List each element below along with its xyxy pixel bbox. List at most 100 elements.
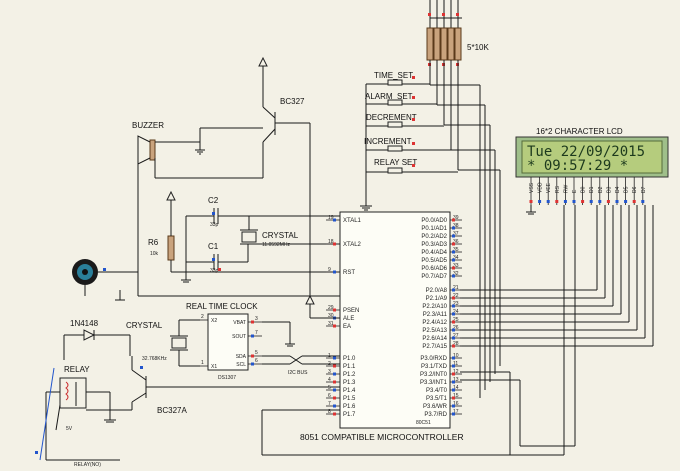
- rtc-title: REAL TIME CLOCK: [186, 302, 258, 311]
- lcd-pin-label: RW: [563, 184, 569, 193]
- lcd-display: 16*2 CHARACTER LCD Tue 22/09/2015 * 09:5…: [515, 127, 669, 205]
- mcu-right-pin-marker: [452, 372, 455, 376]
- ds1307-label: DS1307: [218, 375, 236, 381]
- diode-label: 1N4148: [70, 319, 99, 328]
- rtc-right-pin-label: SCL: [236, 362, 246, 368]
- mcu-right-pin-label: P0.0/AD0: [421, 218, 447, 224]
- mcu-right-pin-marker: [452, 328, 455, 332]
- lcd-pin-marker: [624, 200, 628, 203]
- mcu-left-pin-marker: [333, 364, 336, 368]
- lcd-pin-label: D5: [624, 186, 630, 193]
- mcu-right-pin-label: P2.0/A8: [426, 288, 448, 294]
- crystal-frequency: 11.0592MHz: [262, 242, 290, 248]
- lcd-pin-marker: [606, 200, 610, 203]
- mcu-right-pins: P0.0/AD0 39P0.1/AD1 38P0.2/AD2 37P0.3/AD3 36…: [420, 215, 462, 418]
- microcontroller-8051: XTAL119XTAL218RST9PSEN29ALE30EA31P1.01P1…: [300, 211, 464, 442]
- button-time-set[interactable]: TIME_SET: [366, 71, 423, 86]
- button-alarm-set[interactable]: ALARM_SET: [365, 92, 423, 106]
- mcu-right-pin-label: P2.4/A12: [422, 320, 447, 326]
- mcu-left-pin-marker: [333, 388, 336, 392]
- rtc-left-pin-number: 1: [201, 360, 204, 366]
- lcd-title: 16*2 CHARACTER LCD: [536, 127, 623, 136]
- mcu-right-pin-marker: [452, 274, 455, 278]
- mcu-right-pin-label: P2.6/A14: [422, 336, 447, 342]
- button-decrement[interactable]: DECREMENT: [366, 113, 423, 128]
- lcd-pin-marker: [598, 200, 602, 203]
- rtc-right-pin-number: 7: [255, 330, 258, 336]
- crystal2-frequency: 32.768KHz: [142, 356, 167, 362]
- lcd-pin-marker: [581, 200, 585, 203]
- lcd-pin-label: VSS: [529, 182, 535, 193]
- button-increment[interactable]: INCREMENT: [364, 137, 423, 152]
- mcu-left-pin-marker: [333, 242, 336, 246]
- mcu-left-pin-label: RST: [343, 270, 355, 276]
- mcu-right-pin-marker: [452, 234, 455, 238]
- mcu-caption: 8051 COMPATIBLE MICROCONTROLLER: [300, 432, 464, 442]
- lcd-pin-marker: [632, 200, 636, 203]
- crystal2-label: CRYSTAL: [126, 321, 163, 330]
- increment-label: INCREMENT: [364, 137, 412, 146]
- mcu-left-pin-marker: [333, 412, 336, 416]
- mcu-right-pin-label: P0.1/AD1: [421, 226, 447, 232]
- mcu-left-pin-label: XTAL2: [343, 242, 362, 248]
- mcu-right-pin-label: P3.7/RD: [424, 412, 447, 418]
- mcu-left-pin-label: P1.1: [343, 364, 356, 370]
- rtc-pin-marker: [251, 320, 254, 324]
- resistor-pack-label: 5*10K: [467, 43, 489, 52]
- rtc-right-pin-number: 5: [255, 350, 258, 356]
- mcu-left-pin-label: PSEN: [343, 308, 359, 314]
- button-relay-set[interactable]: RELAY SET: [366, 158, 423, 174]
- mcu-right-pin-marker: [452, 242, 455, 246]
- mcu-part: 80C51: [416, 420, 431, 426]
- mcu-left-pin-marker: [333, 380, 336, 384]
- mcu-left-pin-number: 18: [328, 239, 334, 245]
- mcu-left-pin-label: ALE: [343, 316, 354, 322]
- rtc-right-pin-number: 3: [255, 316, 258, 322]
- i2c-bus-label: I2C BUS: [288, 370, 308, 376]
- rtc-crystal: CRYSTAL 32.768KHz: [126, 319, 200, 367]
- decrement-label: DECREMENT: [366, 113, 417, 122]
- lcd-pin-label: D2: [598, 186, 604, 193]
- mcu-right-pin-marker: [452, 218, 455, 222]
- lcd-pin-label: D4: [615, 186, 621, 193]
- rtc-pin-marker: [251, 334, 254, 338]
- rtc-right-pin-label: SDA: [236, 354, 247, 360]
- mcu-right-pin-label: P2.3/A11: [423, 312, 448, 318]
- resistor-pack: 5*10K: [426, 0, 489, 66]
- lcd-pin-marker: [555, 200, 559, 203]
- mcu-left-pin-label: P1.5: [343, 396, 356, 402]
- mcu-right-pin-label: P2.2/A10: [422, 304, 447, 310]
- mcu-left-pin-number: 29: [328, 305, 334, 311]
- rtc-left-pin-number: 2: [201, 314, 204, 320]
- mcu-right-pin-label: P3.2/INT0: [420, 372, 448, 378]
- rtc-left-pin-label: X2: [211, 318, 217, 324]
- mcu-left-pin-label: P1.0: [343, 356, 356, 362]
- mcu-right-pin-marker: [452, 344, 455, 348]
- mcu-right-pin-label: P3.0/RXD: [420, 356, 447, 362]
- mcu-left-pin-marker: [333, 372, 336, 376]
- lcd-bus: [460, 205, 654, 347]
- mcu-left-pin-number: 9: [328, 267, 331, 273]
- mcu-left-pin-label: P1.3: [343, 380, 356, 386]
- mcu-left-pin-number: 19: [328, 215, 334, 221]
- c1-label: C1: [208, 242, 219, 251]
- mcu-right-pin-label: P3.5/T1: [426, 396, 448, 402]
- mcu-right-pin-label: P0.5/AD5: [421, 258, 447, 264]
- vcc-arrow-2: [305, 294, 340, 319]
- mcu-right-pin-marker: [452, 266, 455, 270]
- mcu-right-pin-label: P0.6/AD6: [421, 266, 447, 272]
- lcd-pin-label: D3: [606, 186, 612, 193]
- lcd-pin-label: D7: [641, 186, 647, 193]
- mcu-left-pin-label: P1.2: [343, 372, 356, 378]
- mcu-left-pin-number: 7: [328, 401, 331, 407]
- relay-5v-label: 5V: [66, 426, 73, 432]
- mcu-left-pin-label: XTAL1: [343, 218, 362, 224]
- mcu-left-pin-label: EA: [343, 324, 351, 330]
- lcd-pin-marker: [546, 200, 550, 203]
- relay: RELAY 5V RELAY(NO): [35, 365, 120, 468]
- mcu-right-pin-label: P3.4/T0: [426, 388, 448, 394]
- mcu-left-pin-marker: [333, 270, 336, 274]
- mcu-right-pin-marker: [452, 412, 455, 416]
- rtc-right-pin-number: 6: [255, 358, 258, 364]
- mcu-right-pin-marker: [452, 288, 455, 292]
